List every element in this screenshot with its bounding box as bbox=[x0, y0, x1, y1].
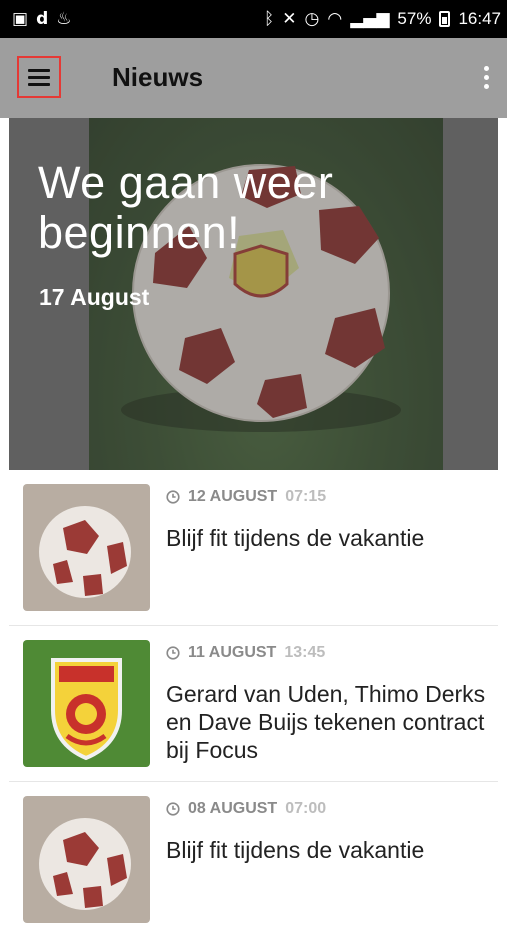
list-item[interactable]: 08 AUGUST 07:00 Blijf fit tijdens de vak… bbox=[9, 782, 498, 937]
status-left-icons: ▣ d ♨ bbox=[12, 8, 72, 29]
list-item[interactable]: 11 AUGUST 13:45 Gerard van Uden, Thimo D… bbox=[9, 626, 498, 782]
article-time: 13:45 bbox=[284, 644, 326, 661]
article-date: 08 AUGUST bbox=[188, 800, 278, 817]
status-right-icons: ᛒ ✕ ◷ ◠ ▂▄▆ 57% 16:47 bbox=[264, 9, 501, 29]
article-title: Blijf fit tijdens de vakantie bbox=[166, 525, 425, 551]
article-thumbnail bbox=[23, 796, 150, 923]
article-date: 11 AUGUST bbox=[188, 644, 277, 661]
menu-button[interactable] bbox=[17, 56, 61, 98]
clock-icon bbox=[166, 490, 180, 504]
bluetooth-icon: ᛒ bbox=[264, 8, 275, 29]
article-thumbnail bbox=[23, 484, 150, 611]
featured-article[interactable]: We gaan weer beginnen! 17 August bbox=[9, 118, 498, 470]
wifi-icon: ◠ bbox=[327, 8, 343, 29]
battery-icon bbox=[439, 11, 451, 27]
more-vert-icon[interactable] bbox=[476, 66, 496, 94]
article-meta: 11 AUGUST 13:45 bbox=[166, 644, 325, 662]
clock-icon bbox=[166, 646, 180, 660]
article-title: Gerard van Uden, Thimo Derks en Dave Bui… bbox=[166, 681, 486, 763]
status-bar: ▣ d ♨ ᛒ ✕ ◷ ◠ ▂▄▆ 57% 16:47 bbox=[0, 0, 507, 38]
battery-percent: 57% bbox=[397, 9, 432, 28]
signal-icon: ▂▄▆ bbox=[350, 8, 390, 29]
article-time: 07:15 bbox=[285, 488, 327, 505]
status-time: 16:47 bbox=[458, 9, 501, 28]
alarm-icon: ◷ bbox=[304, 8, 320, 29]
article-thumbnail bbox=[23, 640, 150, 767]
article-time: 07:00 bbox=[285, 800, 327, 817]
list-item[interactable]: 12 AUGUST 07:15 Blijf fit tijdens de vak… bbox=[9, 470, 498, 626]
article-meta: 12 AUGUST 07:15 bbox=[166, 488, 326, 506]
hero-date: 17 August bbox=[39, 284, 150, 310]
clock-icon bbox=[166, 802, 180, 816]
article-date: 12 AUGUST bbox=[188, 488, 278, 505]
article-list: 12 AUGUST 07:15 Blijf fit tijdens de vak… bbox=[0, 470, 507, 937]
image-icon: ▣ bbox=[12, 8, 29, 29]
article-meta: 08 AUGUST 07:00 bbox=[166, 800, 326, 818]
notification-icon: ♨ bbox=[56, 8, 72, 29]
app-bar: Nieuws bbox=[0, 38, 507, 118]
article-title: Blijf fit tijdens de vakantie bbox=[166, 837, 425, 863]
mute-icon: ✕ bbox=[282, 8, 297, 29]
d-icon: d bbox=[36, 8, 49, 29]
hamburger-menu-icon bbox=[28, 69, 50, 86]
page-title: Nieuws bbox=[112, 62, 204, 92]
hero-title: We gaan weer beginnen! bbox=[38, 157, 334, 258]
